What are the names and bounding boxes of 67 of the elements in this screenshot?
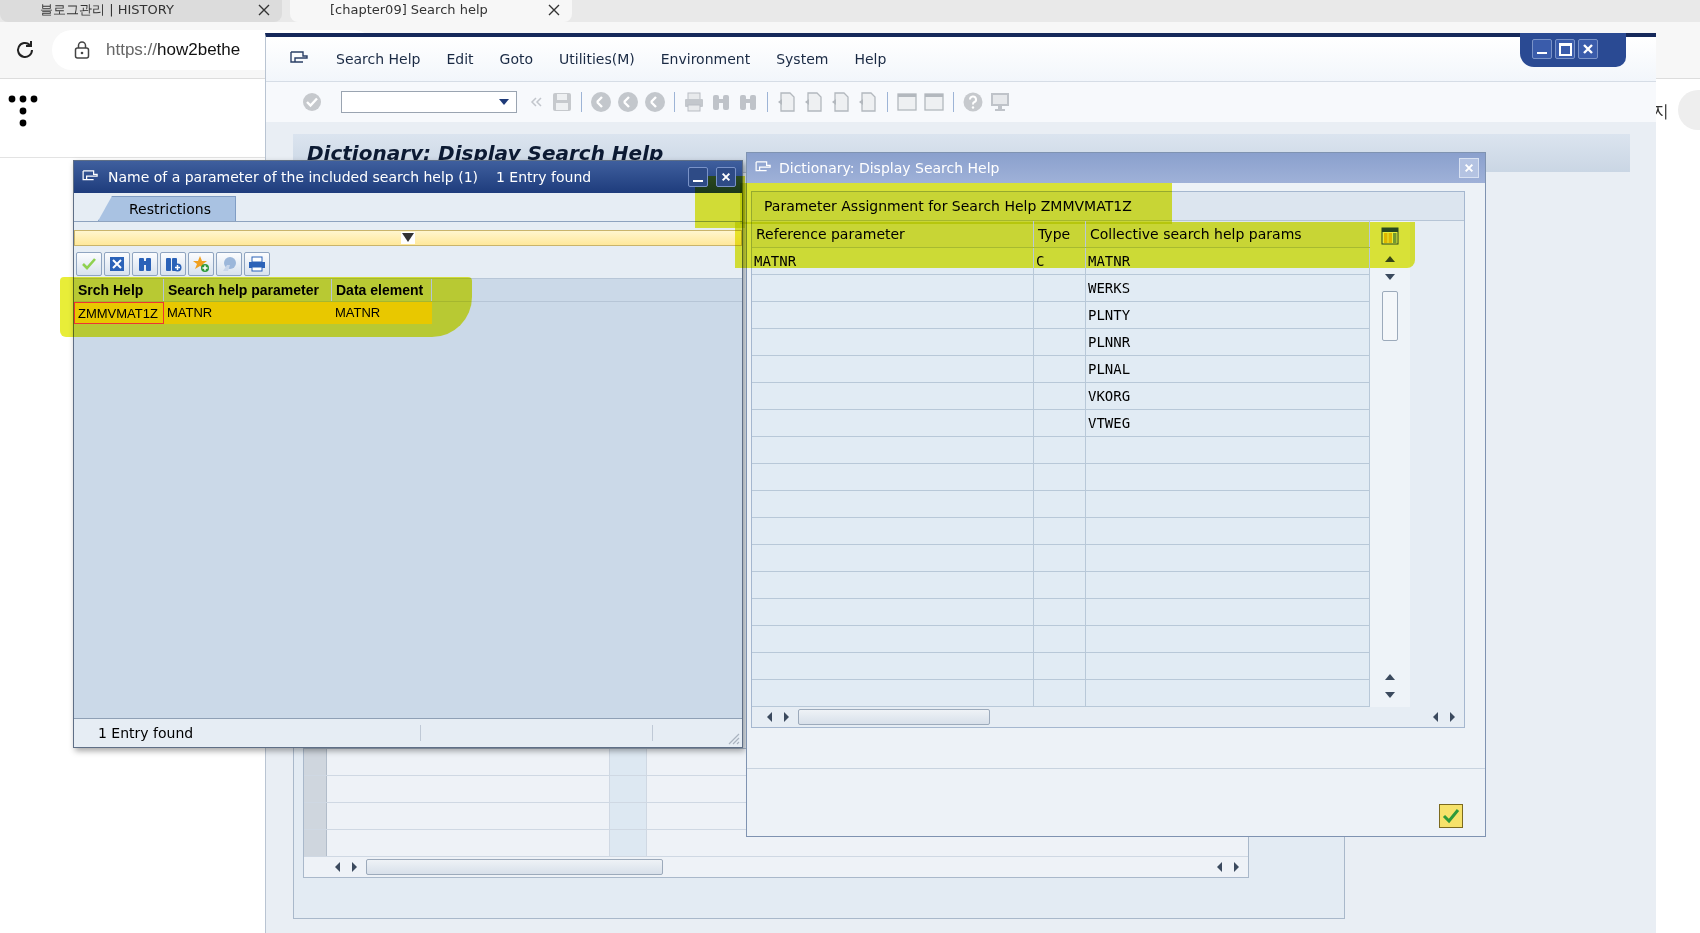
table-cell-text: MATNR — [334, 304, 382, 322]
screen-title: Dictionary: Display Search Help — [307, 141, 664, 165]
close-icon[interactable] — [1578, 39, 1598, 59]
scroll-down-icon[interactable] — [1385, 273, 1395, 281]
menu-item[interactable]: Edit — [446, 51, 474, 67]
scroll-down-icon[interactable] — [1385, 691, 1395, 699]
close-icon[interactable] — [548, 4, 560, 16]
scroll-left-icon[interactable] — [334, 862, 342, 872]
page-icon[interactable] — [776, 91, 798, 113]
row-selector[interactable] — [304, 830, 327, 856]
close-icon[interactable] — [258, 4, 270, 16]
scroll-left-icon[interactable] — [1216, 862, 1224, 872]
status-text: 1 Entry found — [98, 725, 194, 741]
page-icon[interactable] — [857, 91, 879, 113]
printer-icon[interactable] — [244, 252, 270, 276]
maximize-icon[interactable] — [1555, 39, 1575, 59]
browser-tab[interactable]: 블로그관리 | HISTORY — [0, 0, 282, 22]
scrollbar-thumb[interactable] — [1382, 291, 1398, 341]
lock-icon — [74, 41, 90, 59]
minimize-icon[interactable] — [1532, 39, 1552, 59]
monitor-icon[interactable] — [989, 91, 1011, 113]
resize-grip-icon[interactable] — [726, 731, 740, 745]
confirm-button[interactable] — [1439, 804, 1463, 828]
scroll-right-icon[interactable] — [1448, 712, 1456, 722]
row-selector[interactable] — [304, 749, 327, 775]
double-chevron-icon[interactable] — [530, 97, 542, 107]
scrollbar-thumb[interactable] — [798, 709, 990, 725]
menu-item[interactable]: Environment — [660, 51, 751, 67]
menu-item[interactable]: Help — [854, 51, 887, 67]
page-icon[interactable] — [803, 91, 825, 113]
table-cell: ZMMVMAT1Z — [74, 302, 164, 324]
row-selector[interactable] — [304, 803, 327, 829]
collapse-arrow-icon[interactable] — [401, 232, 415, 244]
enter-icon[interactable] — [302, 92, 322, 112]
close-box-icon[interactable] — [104, 252, 130, 276]
scroll-left-icon[interactable] — [1432, 712, 1440, 722]
dots-logo-icon — [8, 95, 38, 127]
star-plus-icon[interactable] — [188, 252, 214, 276]
scrollbar-thumb[interactable] — [366, 859, 663, 875]
scroll-right-icon[interactable] — [782, 712, 790, 722]
command-field[interactable] — [341, 91, 517, 113]
check-icon[interactable] — [76, 252, 102, 276]
back-icon[interactable] — [590, 91, 612, 113]
scroll-left-icon[interactable] — [766, 712, 774, 722]
menu-item[interactable]: Utilities(M) — [559, 51, 635, 67]
help-icon[interactable] — [962, 91, 984, 113]
window-icon[interactable] — [923, 91, 945, 113]
menu-item[interactable]: System — [776, 51, 829, 67]
group-title: Parameter Assignment for Search Help ZMMVMAT1Z — [764, 198, 1132, 214]
reload-icon[interactable] — [14, 39, 36, 61]
restrictions-tab[interactable]: Restrictions — [98, 196, 236, 221]
dialog-title: Name of a parameter of the included search help (1) — [108, 169, 478, 185]
save-icon[interactable] — [551, 91, 573, 113]
minimize-icon[interactable] — [688, 167, 708, 187]
table-cell-text: MATNR — [166, 304, 214, 322]
entry-count: 1 Entry found — [496, 169, 592, 185]
browser-tab[interactable]: [chapter09] Search help — [290, 0, 572, 22]
close-icon[interactable] — [716, 167, 736, 187]
dialog-title: Dictionary: Display Search Help — [779, 160, 1000, 176]
scroll-right-icon[interactable] — [1232, 862, 1240, 872]
window-icon[interactable] — [896, 91, 918, 113]
scroll-up-icon[interactable] — [1385, 673, 1395, 681]
menu-item[interactable]: Goto — [499, 51, 534, 67]
page-icon[interactable] — [830, 91, 852, 113]
dropdown-icon[interactable] — [498, 98, 510, 106]
row-selector[interactable] — [304, 776, 327, 802]
scroll-right-icon[interactable] — [350, 862, 358, 872]
